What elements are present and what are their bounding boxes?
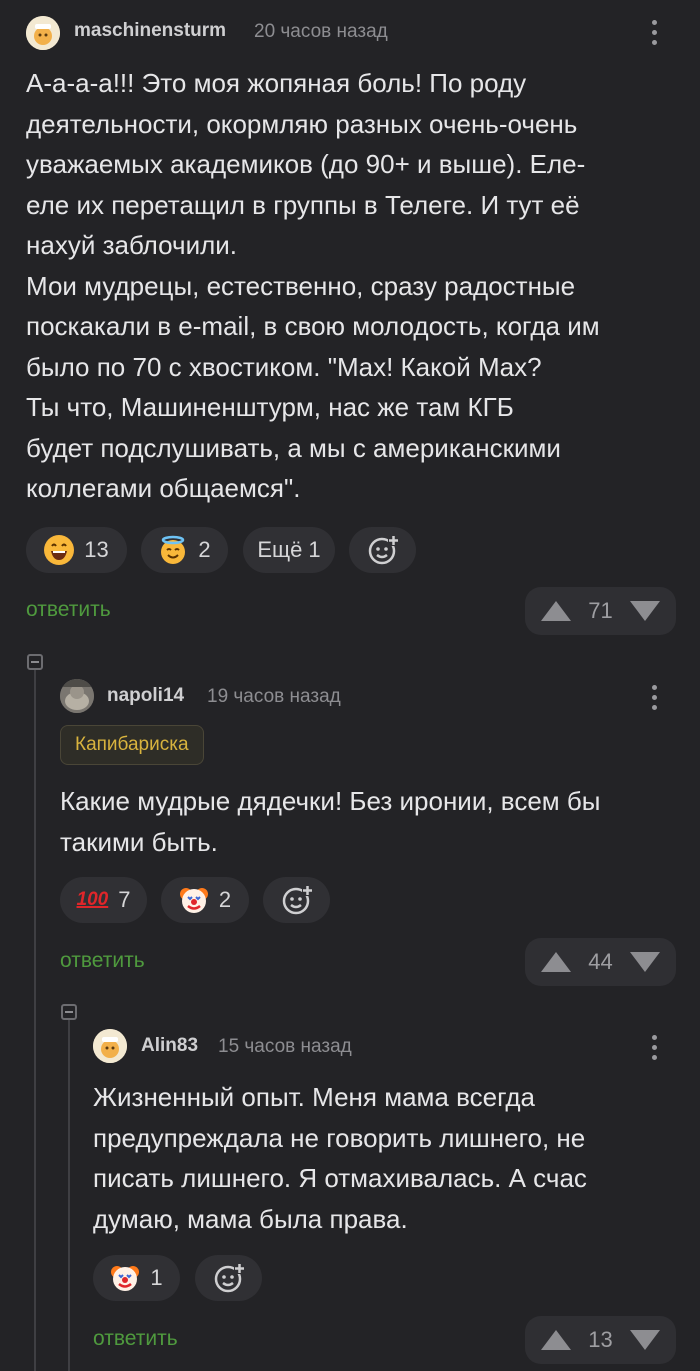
avatar[interactable] [60, 679, 94, 713]
more-reactions-button[interactable]: Ещё 1 [243, 527, 335, 573]
add-emoji-icon [214, 1263, 245, 1293]
upvote-icon[interactable] [541, 952, 571, 972]
clown-face-icon [110, 1263, 140, 1293]
more-options-icon[interactable] [651, 1035, 657, 1060]
reaction-button[interactable]: 13 [26, 527, 127, 573]
reaction-count: 7 [118, 887, 131, 912]
hundred-points-icon: 100 [76, 889, 109, 910]
rating-widget: 44 [525, 938, 676, 986]
reply-link[interactable]: ответить [93, 1327, 178, 1351]
add-emoji-icon [368, 535, 399, 565]
add-reaction-button[interactable] [195, 1255, 262, 1301]
reaction-button[interactable]: 2 [161, 877, 249, 923]
rating-widget: 13 [525, 1316, 676, 1364]
comment-text: Жизненный опыт. Меня мама всегда предупр… [93, 1082, 587, 1234]
reaction-count: 2 [218, 887, 232, 912]
comment-author[interactable]: maschinensturm [74, 20, 226, 42]
comment-text: А-а-а-а!!! Это моя жопяная боль! По роду… [26, 68, 600, 503]
downvote-icon[interactable] [629, 601, 660, 621]
avatar[interactable] [26, 16, 60, 50]
reaction-button[interactable]: 100 7 [60, 877, 147, 923]
reply-link[interactable]: ответить [60, 949, 145, 973]
more-options-icon[interactable] [651, 20, 657, 45]
reaction-count: 2 [198, 537, 211, 562]
reaction-button[interactable]: 2 [141, 527, 228, 573]
smiling-face-with-halo-icon [158, 535, 188, 565]
comment-time: 15 часов назад [218, 1036, 352, 1057]
collapse-thread-button[interactable] [61, 1004, 77, 1020]
reaction-count: 13 [84, 537, 109, 562]
downvote-icon[interactable] [629, 1330, 660, 1350]
thread-line [68, 1020, 70, 1371]
grinning-face-icon [44, 535, 75, 565]
clown-face-icon [179, 885, 209, 915]
comment-time: 20 часов назад [254, 21, 388, 42]
downvote-icon[interactable] [629, 952, 660, 972]
reaction-button[interactable]: 1 [93, 1255, 180, 1301]
collapse-thread-button[interactable] [27, 654, 43, 670]
comment-time: 19 часов назад [207, 686, 341, 707]
reaction-count: 1 [150, 1265, 163, 1290]
more-options-icon[interactable] [651, 685, 657, 710]
avatar[interactable] [93, 1029, 127, 1063]
add-emoji-icon [282, 885, 313, 915]
comment-text: Какие мудрые дядечки! Без иронии, всем б… [60, 786, 601, 857]
comment-author[interactable]: Alin83 [141, 1035, 198, 1057]
rating-value: 13 [588, 1327, 613, 1352]
reply-link[interactable]: ответить [26, 598, 111, 622]
rating-value: 71 [588, 598, 613, 623]
rating-value: 44 [588, 949, 613, 974]
upvote-icon[interactable] [541, 1330, 571, 1350]
rating-widget: 71 [525, 587, 676, 635]
thread-line [34, 670, 36, 1371]
comment-author[interactable]: napoli14 [107, 685, 184, 707]
user-badge[interactable]: Капибариска [60, 725, 204, 765]
upvote-icon[interactable] [541, 601, 571, 621]
add-reaction-button[interactable] [263, 877, 330, 923]
add-reaction-button[interactable] [349, 527, 416, 573]
